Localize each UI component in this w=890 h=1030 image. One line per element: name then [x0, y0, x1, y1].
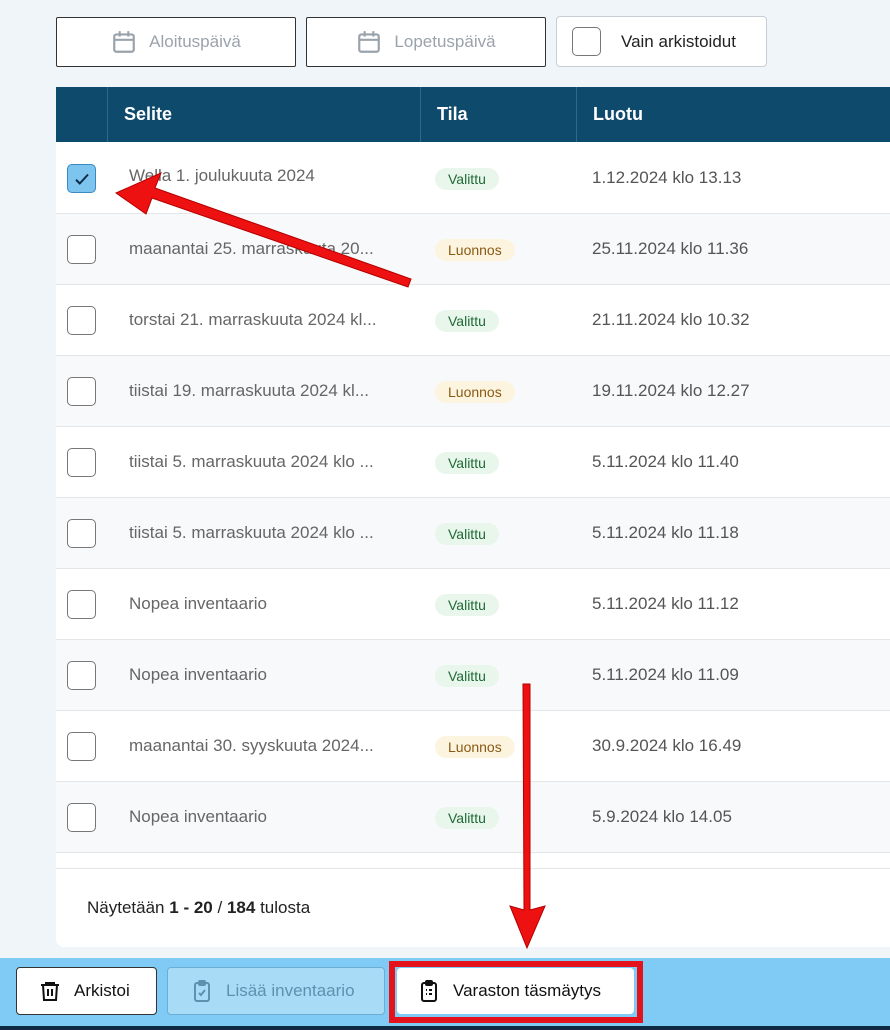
row-checkbox[interactable] — [67, 590, 96, 619]
status-badge: Valittu — [435, 807, 499, 829]
row-status-cell: Valittu — [435, 523, 499, 545]
row-status-cell: Valittu — [435, 310, 499, 332]
action-bar: Arkistoi Lisää inventaario Varaston täsm… — [0, 958, 890, 1030]
checkmark-icon — [74, 173, 89, 185]
row-description: Wella 1. joulukuuta 2024 — [129, 166, 315, 185]
status-badge: Valittu — [435, 310, 499, 332]
start-date-button[interactable]: Aloituspäivä — [56, 17, 296, 67]
status-badge: Valittu — [435, 452, 499, 474]
row-status-cell: Luonnos — [435, 381, 515, 403]
row-description: Nopea inventaario — [129, 665, 267, 684]
row-checkbox[interactable] — [67, 519, 96, 548]
table-row[interactable]: Nopea inventaario Valittu 5.11.2024 klo 11… — [56, 569, 890, 640]
row-select-cell — [67, 306, 96, 340]
row-created-date: 5.11.2024 klo 11.18 — [592, 523, 739, 542]
row-created-date: 30.9.2024 klo 16.49 — [592, 736, 742, 755]
table-row[interactable]: torstai 21. marraskuuta 2024 kl... Valitt… — [56, 285, 890, 356]
header-description[interactable]: Selite — [107, 87, 420, 142]
row-status-cell: Luonnos — [435, 736, 515, 758]
archive-button[interactable]: Arkistoi — [16, 967, 157, 1015]
archived-only-checkbox[interactable] — [572, 27, 601, 56]
table-row[interactable]: tiistai 5. marraskuuta 2024 klo ... Valit… — [56, 427, 890, 498]
archived-only-label: Vain arkistoidut — [621, 31, 736, 51]
table-row[interactable]: tiistai 19. marraskuuta 2024 kl... Luonno… — [56, 356, 890, 427]
clipboard-list-icon — [421, 980, 437, 1002]
row-status-cell: Valittu — [435, 807, 499, 829]
row-checkbox[interactable] — [67, 732, 96, 761]
row-created-date: 5.9.2024 klo 14.05 — [592, 807, 732, 826]
header-select-column — [56, 87, 107, 142]
row-select-cell — [67, 448, 96, 482]
table-row[interactable]: Wella 1. joulukuuta 2024 Valittu 1.12.2024… — [56, 143, 890, 214]
stock-reconciliation-button[interactable]: Varaston täsmäytys — [397, 968, 634, 1014]
row-created-date: 19.11.2024 klo 12.27 — [592, 381, 750, 400]
header-created[interactable]: Luotu — [576, 87, 890, 142]
archived-only-toggle[interactable]: Vain arkistoidut — [556, 16, 767, 67]
pagination-summary: Näytetään 1 - 20 / 184 tulosta — [56, 868, 890, 947]
table-row[interactable]: Nopea inventaario Valittu 5.11.2024 klo 11… — [56, 640, 890, 711]
status-badge: Valittu — [435, 665, 499, 687]
stock-reconciliation-label: Varaston täsmäytys — [453, 981, 602, 1000]
status-badge: Luonnos — [435, 381, 515, 403]
row-select-cell — [67, 732, 96, 766]
window-bottom-edge — [0, 1026, 890, 1030]
archive-button-label: Arkistoi — [74, 981, 130, 1000]
end-date-label: Lopetuspäivä — [394, 32, 496, 51]
row-status-cell: Valittu — [435, 594, 499, 616]
table-row[interactable]: tiistai 5. marraskuuta 2024 klo ... Valit… — [56, 498, 890, 569]
calendar-icon — [358, 31, 381, 53]
row-description: Nopea inventaario — [129, 594, 267, 613]
row-created-date: 5.11.2024 klo 11.12 — [592, 594, 739, 613]
table-row[interactable]: maanantai 30. syyskuuta 2024... Luonnos 30… — [56, 711, 890, 782]
row-checkbox[interactable] — [67, 661, 96, 690]
end-date-button[interactable]: Lopetuspäivä — [306, 17, 546, 67]
row-created-date: 5.11.2024 klo 11.40 — [592, 452, 739, 471]
row-select-cell — [67, 519, 96, 553]
row-description: torstai 21. marraskuuta 2024 kl... — [129, 310, 377, 329]
row-created-date: 25.11.2024 klo 11.36 — [592, 239, 749, 258]
row-description: tiistai 5. marraskuuta 2024 klo ... — [129, 452, 374, 471]
status-badge: Luonnos — [435, 736, 515, 758]
row-created-date: 5.11.2024 klo 11.09 — [592, 665, 739, 684]
header-status[interactable]: Tila — [420, 87, 577, 142]
trash-icon — [41, 982, 59, 1001]
row-description: maanantai 30. syyskuuta 2024... — [129, 736, 374, 755]
status-badge: Valittu — [435, 168, 499, 190]
row-description: tiistai 19. marraskuuta 2024 kl... — [129, 381, 370, 400]
row-select-cell — [67, 590, 96, 624]
row-checkbox[interactable] — [67, 306, 96, 335]
row-checkbox[interactable] — [67, 803, 96, 832]
row-created-date: 21.11.2024 klo 10.32 — [592, 310, 750, 329]
row-checkbox[interactable] — [67, 377, 96, 406]
row-checkbox[interactable] — [67, 164, 96, 193]
add-inventory-button[interactable]: Lisää inventaario — [167, 967, 385, 1015]
row-select-cell — [67, 661, 96, 695]
row-status-cell: Luonnos — [435, 239, 515, 261]
row-status-cell: Valittu — [435, 452, 499, 474]
row-checkbox[interactable] — [67, 235, 96, 264]
row-checkbox[interactable] — [67, 448, 96, 477]
table-header: Selite Tila Luotu — [56, 87, 890, 142]
start-date-label: Aloituspäivä — [149, 32, 241, 51]
row-status-cell: Valittu — [435, 168, 499, 190]
calendar-icon — [113, 31, 135, 53]
table-row[interactable]: Nopea inventaario Valittu 5.9.2024 klo 14.… — [56, 782, 890, 853]
row-select-cell — [67, 164, 96, 193]
status-badge: Valittu — [435, 523, 499, 545]
add-inventory-label: Lisää inventaario — [226, 981, 355, 1000]
inventory-table: Selite Tila Luotu Wella 1. joulukuuta 20… — [56, 87, 890, 947]
row-select-cell — [67, 803, 96, 837]
clipboard-check-icon — [194, 980, 210, 1002]
row-created-date: 1.12.2024 klo 13.13 — [592, 168, 742, 187]
row-description: maanantai 25. marraskuuta 20... — [129, 239, 374, 258]
row-select-cell — [67, 377, 96, 411]
status-badge: Luonnos — [435, 239, 515, 261]
table-row[interactable]: maanantai 25. marraskuuta 20... Luonnos 25… — [56, 214, 890, 285]
row-description: tiistai 5. marraskuuta 2024 klo ... — [129, 523, 374, 542]
row-description: Nopea inventaario — [129, 807, 267, 826]
row-select-cell — [67, 235, 96, 269]
status-badge: Valittu — [435, 594, 499, 616]
row-status-cell: Valittu — [435, 665, 499, 687]
